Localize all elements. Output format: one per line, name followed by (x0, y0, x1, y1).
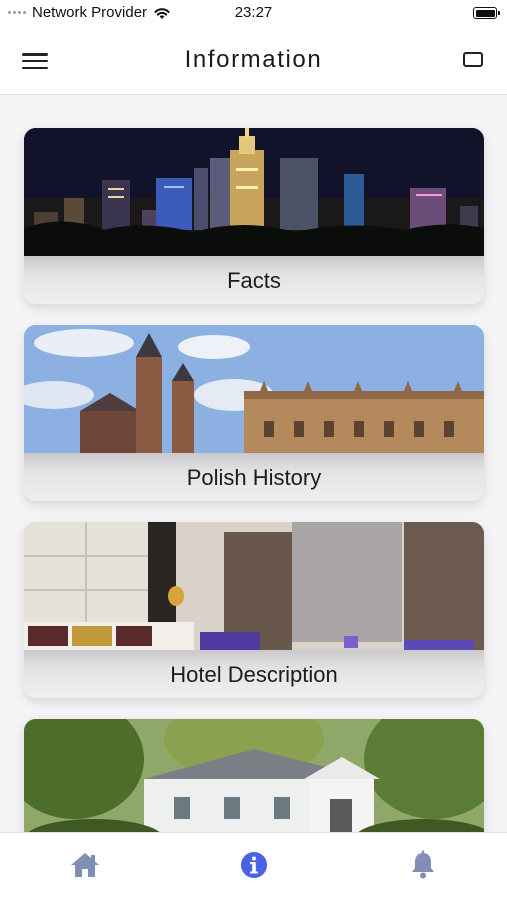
nav-bar: Information (0, 28, 507, 95)
hotel-room-image (24, 522, 484, 650)
card-label: Hotel Description (170, 662, 338, 687)
night-city-skyline-image (24, 128, 484, 256)
tab-home[interactable] (67, 847, 103, 883)
card-manor[interactable] (24, 719, 484, 832)
home-icon (71, 853, 99, 877)
card-label: Facts (227, 268, 281, 293)
tab-information[interactable] (236, 847, 272, 883)
tab-notifications[interactable] (405, 847, 441, 883)
manor-house-image (24, 719, 484, 832)
card-hotel-description[interactable]: Hotel Description (24, 522, 484, 698)
tab-bar (0, 832, 507, 901)
content-list[interactable]: Facts Polish History Hotel Description (0, 95, 507, 832)
status-bar: Network Provider 23:27 (0, 0, 507, 28)
card-facts[interactable]: Facts (24, 128, 484, 304)
battery-icon (473, 7, 500, 19)
card-label: Polish History (186, 465, 322, 490)
status-time: 23:27 (234, 4, 273, 21)
page-title: Information (184, 46, 323, 73)
info-icon (241, 852, 267, 878)
bell-icon (412, 850, 434, 879)
historic-old-town-image (24, 325, 484, 453)
window-icon[interactable] (463, 52, 483, 67)
card-polish-history[interactable]: Polish History (24, 325, 484, 501)
